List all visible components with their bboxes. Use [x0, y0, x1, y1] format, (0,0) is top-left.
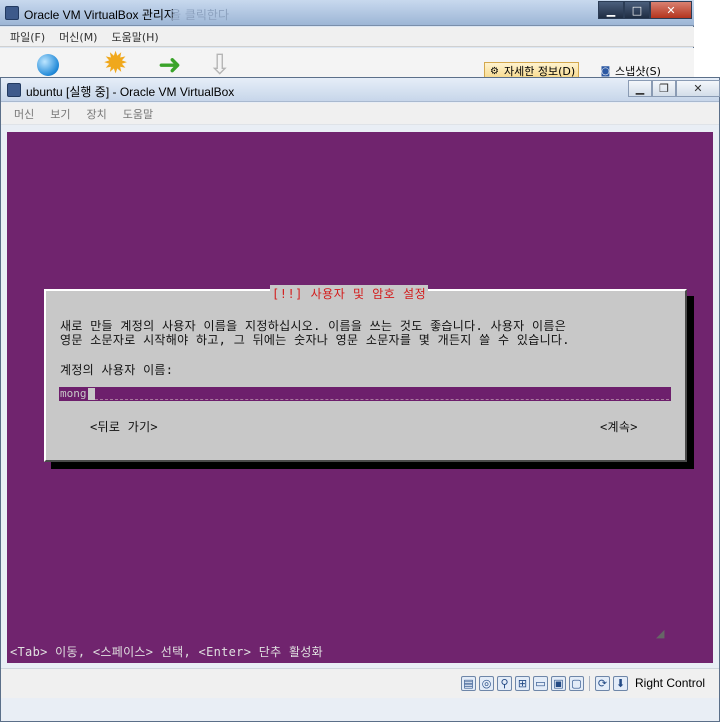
menu-devices[interactable]: 장치 [87, 106, 107, 122]
back-button[interactable]: <뒤로 가기> [90, 418, 158, 435]
camera-icon: ◙ [600, 65, 611, 77]
manager-menubar: 파일(F) 머신(M) 도움말(H) [0, 27, 694, 47]
virtualbox-icon [5, 6, 19, 20]
manager-faded-text: 을 클릭한다 [170, 8, 230, 22]
menu-help[interactable]: 도움말(H) [111, 29, 158, 45]
vm-window: ubuntu [실행 중] - Oracle VM VirtualBox ▁ ❐… [0, 77, 720, 722]
details-gear-icon: ⚙ [490, 65, 499, 77]
username-label: 계정의 사용자 이름: [60, 363, 174, 377]
display-icon[interactable]: ▢ [569, 676, 584, 691]
menu-machine[interactable]: 머신 [14, 106, 34, 122]
input-underline [94, 398, 669, 400]
network-icon[interactable]: ⊞ [515, 676, 530, 691]
minimize-icon[interactable]: ▁ [598, 1, 624, 19]
menu-view[interactable]: 보기 [50, 106, 70, 122]
close-icon[interactable]: ✕ [650, 1, 692, 19]
menu-machine[interactable]: 머신(M) [59, 29, 97, 45]
hard-disk-icon[interactable]: ▤ [461, 676, 476, 691]
manager-title: Oracle VM VirtualBox 관리자 [24, 8, 175, 22]
vm-menubar: 머신 보기 장치 도움말 [1, 103, 719, 125]
installer-status-line: <Tab> 이동, <스페이스> 선택, <Enter> 단추 활성화 [10, 645, 323, 659]
start-arrow-icon[interactable] [158, 48, 186, 81]
settings-gear-icon[interactable] [103, 46, 131, 81]
username-value: mong [60, 387, 87, 400]
optical-drive-icon[interactable]: ◎ [479, 676, 494, 691]
vm-titlebar[interactable]: ubuntu [실행 중] - Oracle VM VirtualBox ▁ ❐… [1, 78, 720, 102]
device-status-icons: ▤ ◎ ⚲ ⊞ ▭ ▣ ▢ ⟳ ⬇ [461, 676, 628, 691]
usb-icon[interactable]: ⚲ [497, 676, 512, 691]
description-line-1: 새로 만들 계정의 사용자 이름을 지정하십시오. 이름을 쓰는 것도 좋습니다… [60, 319, 567, 333]
resize-grip-icon[interactable]: ◢ [656, 627, 670, 641]
vm-statusbar: ▤ ◎ ⚲ ⊞ ▭ ▣ ▢ ⟳ ⬇ Right Control [1, 668, 719, 698]
close-icon[interactable]: ✕ [676, 80, 720, 97]
new-vm-icon[interactable] [35, 52, 63, 78]
discard-arrow-icon[interactable] [208, 48, 236, 81]
manager-window-controls: ▁ □ ✕ [598, 1, 692, 19]
host-key-label: Right Control [635, 676, 706, 690]
virtualbox-icon [7, 83, 21, 97]
menu-help[interactable]: 도움말 [123, 106, 153, 122]
username-input[interactable]: mong [59, 387, 671, 401]
dialog-title: [!!] 사용자 및 암호 설정 [270, 285, 429, 302]
shared-folder-icon[interactable]: ▭ [533, 676, 548, 691]
description-line-2: 영문 소문자로 시작해야 하고, 그 뒤에는 숫자나 영문 소문자를 몇 개든지… [60, 333, 570, 347]
mouse-integration-icon[interactable]: ⟳ [595, 676, 610, 691]
continue-button[interactable]: <계속> [600, 418, 638, 435]
restore-icon[interactable]: ❐ [652, 80, 676, 97]
maximize-icon[interactable]: □ [624, 1, 650, 19]
keyboard-capture-icon[interactable]: ⬇ [613, 676, 628, 691]
status-separator [589, 676, 590, 691]
manager-titlebar[interactable]: Oracle VM VirtualBox 관리자 을 클릭한다 ▁ □ ✕ [0, 0, 694, 26]
text-cursor [87, 388, 95, 400]
user-setup-dialog: [!!] 사용자 및 암호 설정 새로 만들 계정의 사용자 이름을 지정하십시… [44, 285, 687, 462]
guest-screen[interactable]: [!!] 사용자 및 암호 설정 새로 만들 계정의 사용자 이름을 지정하십시… [7, 132, 713, 663]
dialog-description: 새로 만들 계정의 사용자 이름을 지정하십시오. 이름을 쓰는 것도 좋습니다… [60, 319, 680, 347]
vm-window-controls: ▁ ❐ ✕ [628, 80, 720, 97]
menu-file[interactable]: 파일(F) [10, 29, 45, 45]
video-capture-icon[interactable]: ▣ [551, 676, 566, 691]
minimize-icon[interactable]: ▁ [628, 80, 652, 97]
vm-title: ubuntu [실행 중] - Oracle VM VirtualBox [26, 85, 235, 99]
